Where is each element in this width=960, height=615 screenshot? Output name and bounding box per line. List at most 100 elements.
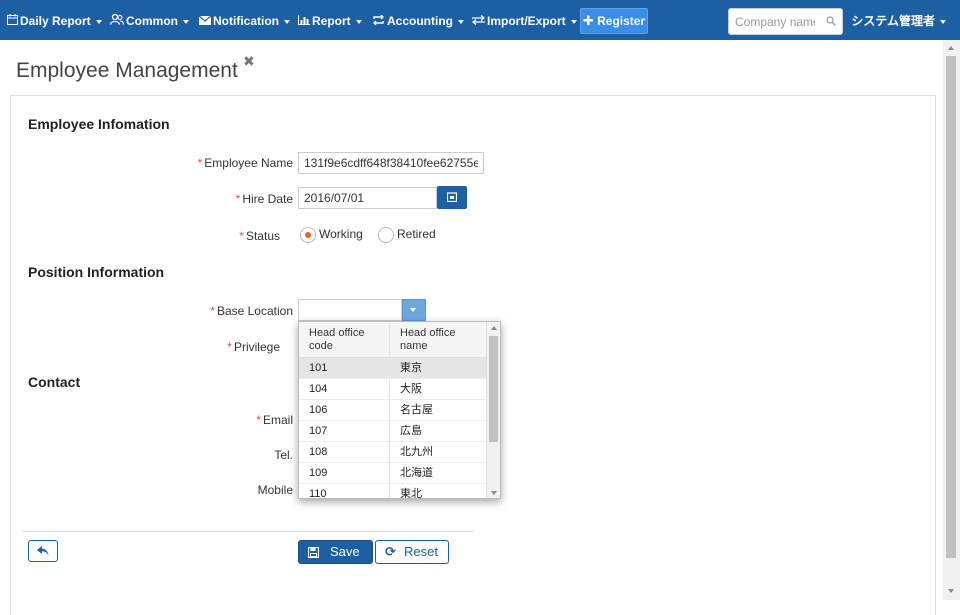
register-button[interactable]: ✚ Register (580, 8, 648, 34)
chevron-down-icon (570, 19, 577, 24)
privilege-label: * Privilege (227, 340, 280, 354)
chevron-down-icon (95, 19, 102, 24)
required-mark: * (227, 340, 232, 354)
dropdown-row[interactable]: 104 大阪 (299, 379, 487, 400)
scroll-down-icon[interactable] (491, 491, 497, 495)
close-icon[interactable]: ✖ (243, 53, 255, 70)
base-location-dropdown: Head office code Head office name 101 東京… (298, 321, 501, 499)
scroll-down-icon[interactable] (948, 589, 954, 593)
nav-daily-report[interactable]: Daily Report (7, 13, 102, 29)
required-mark: * (256, 413, 261, 427)
nav-import-export[interactable]: Import/Export (471, 13, 577, 30)
status-radio-working[interactable]: Working (300, 227, 363, 243)
reset-button-label: Reset (404, 544, 438, 559)
nav-common[interactable]: Common (109, 13, 189, 30)
company-search-input[interactable] (729, 9, 821, 34)
base-location-label: * Base Location (210, 304, 293, 318)
dropdown-row[interactable]: 101 東京 (299, 358, 487, 379)
nav-notification[interactable]: Notification (198, 13, 290, 30)
nav-import-export-label: Import/Export (487, 14, 566, 28)
base-location-input[interactable] (298, 299, 402, 321)
row-code: 110 (309, 488, 327, 499)
users-icon (109, 13, 125, 30)
calendar-icon (447, 192, 457, 202)
row-name: 北海道 (400, 467, 433, 479)
envelope-icon (198, 14, 212, 30)
calendar-button[interactable] (437, 186, 467, 209)
dropdown-row[interactable]: 107 広島 (299, 421, 487, 442)
company-search (728, 8, 843, 35)
chevron-down-icon (940, 19, 946, 24)
status-radio-retired[interactable]: Retired (378, 227, 436, 243)
radio-unselected-icon (378, 227, 394, 243)
scrollbar-thumb[interactable] (946, 56, 956, 558)
dropdown-scrollbar[interactable] (486, 322, 500, 498)
column-header-name: Head office name (400, 327, 456, 352)
row-code: 106 (309, 404, 328, 416)
row-name: 広島 (400, 425, 422, 437)
mobile-label: Mobile (257, 483, 293, 497)
chevron-down-icon (183, 19, 189, 24)
search-icon[interactable] (826, 16, 836, 26)
transfer-icon (471, 14, 486, 30)
nav-report-label: Report (312, 14, 351, 28)
dropdown-row[interactable]: 110 東北 (299, 484, 487, 499)
chevron-down-icon (355, 19, 362, 24)
dropdown-row[interactable]: 109 北海道 (299, 463, 487, 484)
page-scrollbar[interactable] (943, 40, 960, 600)
nav-notification-label: Notification (213, 14, 279, 28)
status-label: * Status (239, 229, 280, 243)
scroll-up-icon[interactable] (491, 326, 497, 330)
nav-accounting[interactable]: Accounting (372, 13, 464, 29)
employee-name-input[interactable] (298, 152, 484, 174)
nav-common-label: Common (126, 14, 178, 28)
chevron-down-icon (458, 19, 464, 24)
status-label-text: Status (245, 229, 280, 243)
nav-report[interactable]: Report (298, 13, 362, 29)
radio-selected-icon (300, 227, 316, 243)
row-name: 東北 (400, 488, 422, 499)
top-navbar: Daily Report Common Notification Report … (0, 0, 960, 40)
back-button[interactable] (28, 540, 58, 562)
user-menu-label: システム管理者 (851, 14, 935, 28)
employee-name-label: * Employee Name (198, 156, 293, 170)
status-option-working: Working (319, 227, 363, 242)
section-employee-info: Employee Infomation (28, 116, 170, 132)
row-name: 北九州 (400, 446, 433, 458)
required-mark: * (197, 156, 203, 170)
bar-chart-icon (298, 14, 310, 30)
email-label: * Email (256, 413, 293, 427)
row-name: 名古屋 (400, 404, 433, 416)
calendar-icon (7, 14, 18, 30)
email-label-text: Email (262, 413, 293, 427)
scroll-up-icon[interactable] (948, 46, 954, 50)
row-name: 東京 (400, 362, 422, 374)
plus-icon: ✚ (582, 13, 594, 28)
dropdown-row[interactable]: 108 北九州 (299, 442, 487, 463)
nav-daily-report-label: Daily Report (20, 14, 91, 28)
divider (22, 531, 474, 532)
column-header-code: Head office code (309, 327, 365, 352)
register-button-label: Register (597, 14, 646, 28)
employee-name-label-text: Employee Name (204, 156, 293, 170)
hire-date-input[interactable] (298, 187, 437, 209)
row-code: 104 (309, 383, 328, 395)
hire-date-label-text: Hire Date (242, 192, 293, 206)
save-button[interactable]: Save (298, 540, 373, 564)
dropdown-row[interactable]: 106 名古屋 (299, 400, 487, 421)
exchange-icon (372, 14, 385, 30)
back-arrow-icon (37, 546, 49, 556)
section-contact: Contact (28, 374, 81, 390)
base-location-dropdown-button[interactable] (402, 299, 426, 321)
chevron-down-icon (410, 308, 416, 312)
privilege-label-text: Privilege (233, 340, 280, 354)
row-code: 109 (309, 467, 328, 479)
scrollbar-thumb[interactable] (489, 336, 498, 442)
required-mark: * (235, 192, 241, 206)
required-mark: * (210, 304, 215, 318)
save-button-label: Save (330, 544, 360, 559)
reset-button[interactable]: ⟳ Reset (375, 540, 449, 564)
page-title: Employee Management (16, 59, 238, 82)
user-menu[interactable]: システム管理者 (851, 12, 946, 29)
refresh-icon: ⟳ (385, 544, 396, 559)
